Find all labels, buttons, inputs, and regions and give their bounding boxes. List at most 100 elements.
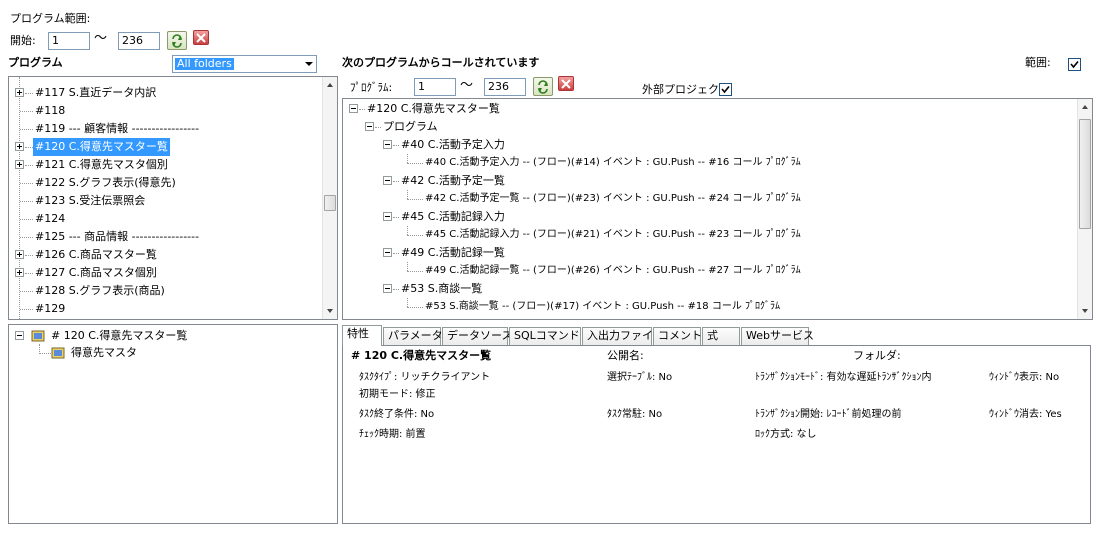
caller-start-input[interactable]: 1 (414, 78, 456, 96)
range-start-input[interactable]: 1 (48, 32, 90, 50)
expand-icon[interactable] (15, 88, 24, 97)
tab-2[interactable]: データソース (442, 327, 512, 345)
task-end: ﾀｽｸ終了条件: No (359, 409, 435, 420)
collapse-icon[interactable] (383, 284, 392, 293)
caller-tree-label: #120 C.得意先マスター覧 (367, 102, 500, 115)
list-item[interactable]: #119 --- 顧客情報 ----------------- (9, 120, 319, 138)
tree-line (407, 307, 423, 308)
start-label: 開始: (10, 34, 36, 47)
refresh-icon (172, 34, 182, 48)
range-checkbox[interactable] (1068, 58, 1081, 71)
list-item[interactable]: #127 C.商品マスタ個別 (9, 264, 319, 282)
tree-line (407, 298, 408, 307)
caller-tree-item[interactable]: #42 C.活動予定一覧 (343, 172, 1073, 190)
refresh-button[interactable] (167, 31, 187, 50)
caller-tilde: ～ (460, 78, 474, 93)
list-item[interactable]: #125 --- 商品情報 ----------------- (9, 228, 319, 246)
list-item[interactable]: #122 S.グラフ表示(得意先) (9, 174, 319, 192)
list-item-label: #117 S.直近データ内訳 (35, 86, 157, 99)
caller-tree-item[interactable]: #49 C.活動記録一覧 -- (フロー)(#26) イベント : GU.Pus… (343, 262, 1073, 280)
collapse-icon[interactable] (365, 122, 374, 131)
expand-icon[interactable] (15, 250, 24, 259)
list-item[interactable]: #120 C.得意先マスター覧 (9, 137, 319, 157)
tab-3[interactable]: SQLコマンド (509, 327, 581, 345)
tree-line (407, 262, 408, 271)
collapse-icon[interactable] (383, 176, 392, 185)
caller-tree-label: #49 C.活動記録一覧 (401, 246, 505, 259)
tree-line (20, 237, 33, 238)
caller-tree-item[interactable]: プログラム (343, 118, 1073, 136)
list-item[interactable]: #118 (9, 102, 319, 120)
caller-tree-item[interactable]: #40 C.活動予定入力 (343, 136, 1073, 154)
collapse-icon[interactable] (349, 104, 358, 113)
list-item[interactable]: #128 S.グラフ表示(商品) (9, 282, 319, 300)
program-list-title: プログラム (8, 56, 63, 69)
collapse-icon[interactable] (383, 140, 392, 149)
list-item-label: #120 C.得意先マスター覧 (32, 137, 171, 157)
tree-line (393, 181, 399, 182)
tree-line (20, 129, 33, 130)
caller-refresh-button[interactable] (533, 77, 553, 96)
caller-tree-item[interactable]: #45 C.活動記録入力 (343, 208, 1073, 226)
tab-1[interactable]: パラメータ (383, 327, 443, 345)
caller-tree-scrollbar[interactable] (1077, 99, 1092, 319)
tree-line (375, 127, 381, 128)
caller-tree-item[interactable]: #40 C.活動予定入力 -- (フロー)(#14) イベント : GU.Pus… (343, 154, 1073, 172)
caller-end-input[interactable]: 236 (484, 78, 526, 96)
caller-tree-item[interactable]: #45 C.活動記録入力 -- (フロー)(#21) イベント : GU.Pus… (343, 226, 1073, 244)
list-item-label: #124 (35, 212, 66, 225)
caller-tree-label: #53 S.商談一覧 (401, 282, 483, 295)
tree-line (25, 93, 33, 94)
scroll-thumb[interactable] (324, 195, 336, 211)
caller-tree-item[interactable]: #120 C.得意先マスター覧 (343, 100, 1073, 118)
list-item[interactable]: #117 S.直近データ内訳 (9, 84, 319, 102)
external-project-checkbox[interactable] (719, 83, 732, 96)
tree-line (25, 273, 33, 274)
caller-tree-item[interactable]: #42 C.活動予定一覧 -- (フロー)(#23) イベント : GU.Pus… (343, 190, 1073, 208)
tree-line (393, 253, 399, 254)
program-list-scrollbar[interactable] (322, 77, 337, 319)
caller-tree-item[interactable]: #53 S.商談一覧 (343, 280, 1073, 298)
expand-icon[interactable] (15, 142, 24, 151)
caller-tree-item[interactable]: #49 C.活動記録一覧 (343, 244, 1073, 262)
program-list-panel: #116 S.直近データ征収内 #117 S.直近データ内訳 #118 #119 -… (8, 76, 338, 320)
folder-combo[interactable]: All folders (172, 55, 317, 73)
scroll-up-icon[interactable] (1082, 105, 1088, 109)
window-close: ｳｨﾝﾄﾞｳ消去: Yes (989, 409, 1062, 420)
tree-line (407, 271, 423, 272)
scroll-down-icon[interactable] (327, 309, 333, 313)
folder-combo-value: All folders (175, 57, 234, 70)
list-item-label: #129 (35, 302, 66, 315)
collapse-icon[interactable] (383, 248, 392, 257)
tab-7[interactable]: Webサービス (741, 327, 814, 345)
collapse-icon[interactable] (383, 212, 392, 221)
task-child[interactable]: 得意先マスタ (71, 346, 137, 360)
tab-4[interactable]: 入出力ファイル (582, 327, 664, 345)
list-item[interactable]: #126 C.商品マスター覧 (9, 246, 319, 264)
tab-5[interactable]: コメント (653, 327, 702, 345)
scroll-up-icon[interactable] (327, 83, 333, 87)
expand-icon[interactable] (15, 268, 24, 277)
tree-line (407, 235, 423, 236)
properties-title: # 120 C.得意先マスター覧 (351, 349, 492, 362)
properties-panel: # 120 C.得意先マスター覧 公開名: フォルダ: ﾀｽｸﾀｲﾌﾟ: リッチ… (342, 345, 1091, 524)
list-item-label: #119 --- 顧客情報 ----------------- (35, 122, 200, 135)
list-item[interactable]: #124 (9, 210, 319, 228)
scroll-thumb[interactable] (1079, 119, 1091, 229)
caller-delete-button[interactable] (558, 76, 574, 91)
list-item[interactable]: #121 C.得意先マスタ個別 (9, 156, 319, 174)
list-item[interactable]: #129 (9, 300, 319, 318)
caller-tree-label: #42 C.活動予定一覧 -- (フロー)(#23) イベント : GU.Pus… (425, 193, 801, 204)
list-item-label: #127 C.商品マスタ個別 (35, 266, 157, 279)
tab-6[interactable]: 式 (702, 327, 740, 345)
caller-tree-item[interactable]: #53 S.商談一覧 -- (フロー)(#17) イベント : GU.Push … (343, 298, 1073, 316)
list-item[interactable]: #123 S.受注伝票照会 (9, 192, 319, 210)
list-item-label: #121 C.得意先マスタ個別 (35, 158, 168, 171)
tab-0[interactable]: 特性 (342, 325, 382, 346)
collapse-icon[interactable] (15, 331, 24, 340)
task-root[interactable]: # 120 C.得意先マスター覧 (51, 329, 187, 343)
range-end-input[interactable]: 236 (118, 32, 160, 50)
expand-icon[interactable] (15, 160, 24, 169)
delete-button[interactable] (193, 30, 209, 45)
scroll-down-icon[interactable] (1082, 309, 1088, 313)
